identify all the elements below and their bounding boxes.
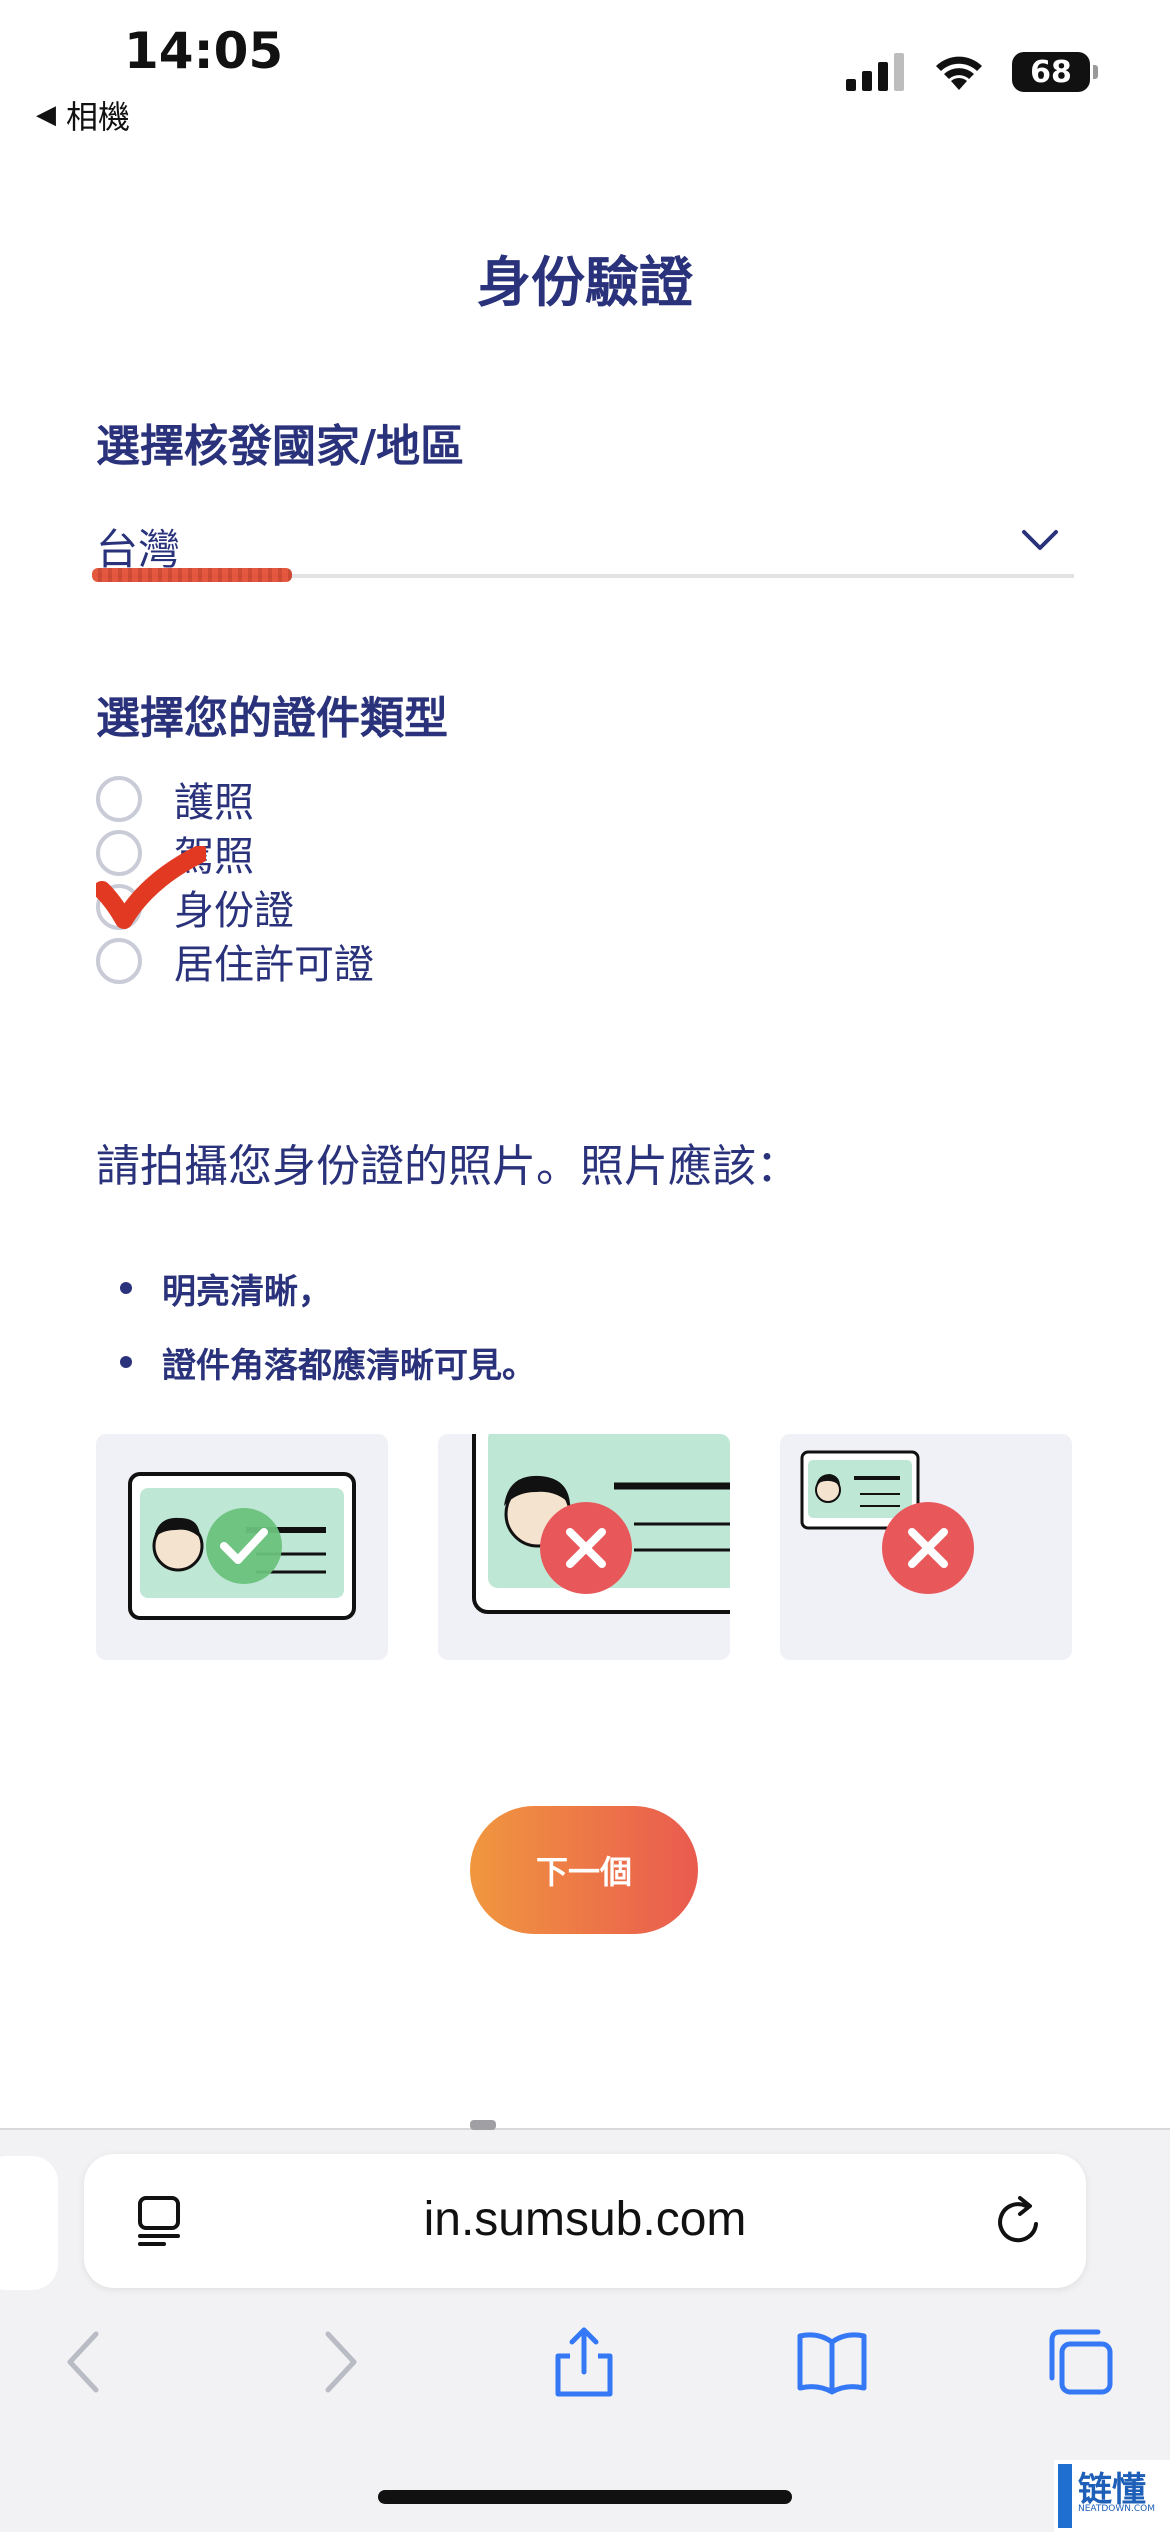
back-icon[interactable] [50, 2326, 122, 2398]
url-text: in.sumsub.com [423, 2193, 747, 2246]
address-bar[interactable]: in.sumsub.com [84, 2154, 1086, 2288]
forward-icon[interactable] [302, 2326, 374, 2398]
radio-button[interactable] [96, 938, 142, 984]
drag-handle[interactable] [470, 2120, 496, 2130]
requirement-item: 明亮清晰， [120, 1264, 536, 1338]
photo-instruction: 請拍攝您身份證的照片。照片應該： [96, 1141, 800, 1192]
example-too-close [438, 1434, 730, 1660]
battery-icon: 68 [1012, 52, 1098, 92]
doc-option-label: 居住許可證 [174, 942, 374, 988]
browser-toolbar [0, 2316, 1170, 2416]
watermark-subtext: NEATDOWN.COM [1078, 2504, 1156, 2514]
reload-icon[interactable] [992, 2194, 1046, 2248]
example-good [96, 1434, 388, 1660]
previous-tab-peek[interactable] [0, 2156, 58, 2290]
photo-examples [96, 1434, 1072, 1660]
chevron-down-icon [1022, 530, 1058, 550]
radio-button[interactable] [96, 776, 142, 822]
page-title: 身份驗證 [477, 251, 693, 314]
battery-level: 68 [1030, 54, 1072, 90]
id-card-good-illustration [128, 1472, 356, 1620]
home-indicator [378, 2490, 792, 2504]
requirement-item: 證件角落都應清晰可見。 [120, 1338, 536, 1412]
wifi-icon [936, 56, 982, 90]
back-triangle-icon: ◀ [36, 100, 56, 130]
doc-option-residence-permit[interactable]: 居住許可證 [96, 934, 374, 988]
watermark-logo: 链懂 NEATDOWN.COM [1054, 2460, 1170, 2532]
watermark-bar [1058, 2464, 1072, 2528]
back-app-label: 相機 [66, 98, 131, 136]
country-heading: 選擇核發國家/地區 [96, 421, 465, 472]
redaction-scribble [92, 568, 292, 582]
country-select[interactable]: 台灣 [92, 510, 1074, 582]
back-to-app-button[interactable]: ◀ 相機 [36, 92, 130, 138]
status-indicators: 68 [846, 52, 1098, 92]
doc-type-heading: 選擇您的證件類型 [96, 693, 448, 744]
status-time: 14:05 [124, 22, 284, 80]
doc-option-label: 護照 [174, 780, 254, 826]
doc-option-passport[interactable]: 護照 [96, 772, 374, 826]
share-icon[interactable] [548, 2326, 620, 2398]
id-card-small-illustration [800, 1450, 974, 1594]
red-checkmark-annotation-icon [96, 846, 206, 929]
example-too-far [780, 1434, 1072, 1660]
bookmarks-icon[interactable] [796, 2326, 868, 2398]
tabs-icon[interactable] [1044, 2326, 1116, 2398]
requirements-list: 明亮清晰， 證件角落都應清晰可見。 [120, 1264, 536, 1412]
id-card-cropped-illustration [472, 1434, 730, 1614]
signal-icon [846, 53, 904, 91]
next-button[interactable]: 下一個 [470, 1806, 698, 1934]
